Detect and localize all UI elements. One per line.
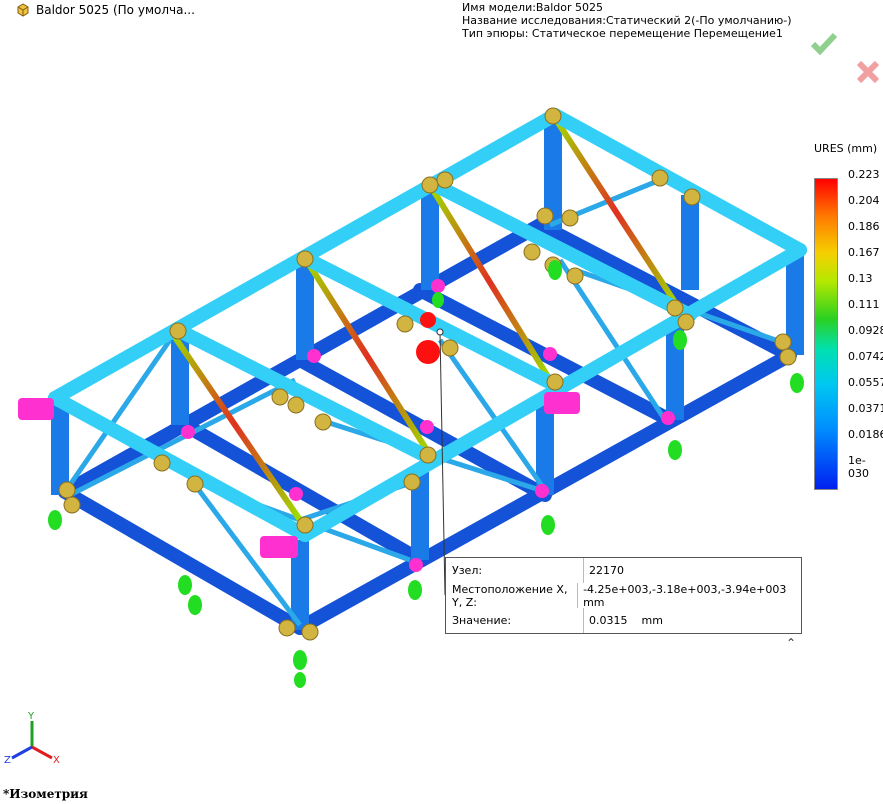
legend-tick: 0.0742	[848, 350, 883, 363]
probe-location-label: Местоположение X, Y, Z:	[446, 583, 579, 609]
legend-tick: 1e-030	[848, 454, 869, 480]
probe-node-value: 22170	[589, 564, 624, 577]
probe-value-number: 0.0315	[589, 614, 628, 627]
legend-tick: 0.13	[848, 272, 873, 285]
model-viewport[interactable]	[0, 0, 883, 804]
legend-tick: 0.204	[848, 194, 880, 207]
legend-title: URES (mm)	[814, 142, 878, 155]
view-orientation-label: *Изометрия	[3, 787, 88, 801]
legend-tick: 0.0186	[848, 428, 883, 441]
legend-color-bar	[814, 178, 838, 490]
study-name: Название исследования:Статический 2(-По …	[462, 14, 792, 27]
axis-z-label: Z	[4, 755, 11, 766]
probe-location-value: -4.25e+003,-3.18e+003,-3.94e+003 mm	[583, 582, 787, 609]
legend-tick: 0.111	[848, 298, 880, 311]
legend-tick: 0.223	[848, 168, 880, 181]
axis-triad: Y X Z	[4, 711, 60, 766]
model-tree-label: Baldor 5025 (По умолча...	[36, 3, 195, 17]
probe-value-row: Значение: 0.0315 mm	[446, 608, 801, 633]
model-name: Имя модели:Baldor 5025	[462, 1, 603, 14]
axis-x-label: X	[53, 755, 60, 766]
legend-tick: 0.0928	[848, 324, 883, 337]
axis-y-label: Y	[27, 711, 35, 722]
legend-tick: 0.186	[848, 220, 880, 233]
study-info: Имя модели:Baldor 5025 Название исследов…	[462, 1, 792, 40]
chevron-up-icon[interactable]: ⌃	[786, 636, 796, 650]
close-icon	[856, 60, 880, 84]
legend-tick: 0.0371	[848, 402, 883, 415]
legend-ticks: 0.223 0.204 0.186 0.167 0.13 0.111 0.092…	[848, 168, 883, 498]
check-icon	[810, 32, 838, 56]
legend-tick: 0.0557	[848, 376, 883, 389]
feature-tree-title[interactable]: Baldor 5025 (По умолча...	[16, 3, 195, 17]
probe-location-row: Местоположение X, Y, Z: -4.25e+003,-3.18…	[446, 582, 801, 609]
legend-tick: 0.167	[848, 246, 880, 259]
probe-node-label: Узел:	[446, 558, 584, 583]
probe-value-label: Значение:	[446, 608, 584, 633]
plot-type: Тип эпюры: Статическое перемещение Перем…	[462, 27, 783, 40]
part-icon	[17, 3, 29, 17]
probe-value-unit: mm	[641, 614, 663, 627]
probe-node-row: Узел: 22170	[446, 558, 801, 583]
ok-button[interactable]	[809, 28, 839, 58]
cancel-button[interactable]	[853, 57, 883, 87]
probe-result-box: Узел: 22170 Местоположение X, Y, Z: -4.2…	[445, 557, 802, 634]
